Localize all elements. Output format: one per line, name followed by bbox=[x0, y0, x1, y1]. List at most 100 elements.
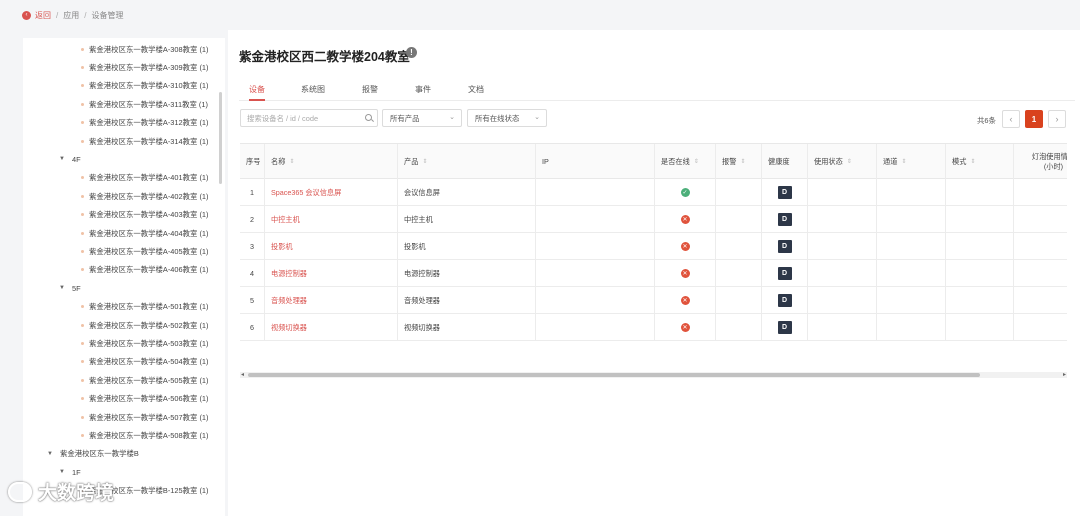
cell-health: D bbox=[762, 206, 808, 233]
tree-item-room[interactable]: 紫金港校区东一教学楼A-404教室 (1) bbox=[81, 224, 209, 242]
tree-item-room[interactable]: 紫金港校区东一教学楼A-508教室 (1) bbox=[81, 426, 209, 444]
header-label: 模式 bbox=[952, 156, 967, 166]
tree-item-room[interactable]: 紫金港校区东一教学楼A-311教室 (1) bbox=[81, 95, 208, 113]
next-page-button[interactable]: › bbox=[1048, 110, 1066, 128]
header-col-index: 序号 bbox=[240, 144, 265, 179]
leaf-dot-icon bbox=[81, 305, 84, 309]
cell-channel bbox=[877, 233, 946, 260]
caret-down-icon[interactable]: ▼ bbox=[47, 451, 53, 457]
leaf-dot-icon bbox=[81, 47, 84, 51]
cell-index: 2 bbox=[240, 206, 265, 233]
header-col-name[interactable]: 名称 ⇕ bbox=[265, 144, 398, 179]
tree-item-label: 紫金港校区东一教学楼A-308教室 (1) bbox=[89, 44, 209, 54]
tree-item-room[interactable]: 紫金港校区东一教学楼A-501教室 (1) bbox=[81, 298, 209, 316]
table-row[interactable]: 2 中控主机 中控主机 ✕ D bbox=[240, 206, 1067, 233]
scroll-right-icon[interactable]: ▸ bbox=[1063, 371, 1066, 378]
cell-mode bbox=[946, 233, 1014, 260]
tree-scrollbar[interactable] bbox=[219, 92, 222, 184]
tree-item-room[interactable]: 紫金港校区东一教学楼A-506教室 (1) bbox=[81, 390, 209, 408]
header-col-mode[interactable]: 模式 ⇕ bbox=[946, 144, 1014, 179]
tree-item-room[interactable]: 紫金港校区东一教学楼A-406教室 (1) bbox=[81, 261, 209, 279]
tree-item-room[interactable]: 紫金港校区东一教学楼A-402教室 (1) bbox=[81, 187, 209, 205]
table-scroll-thumb[interactable] bbox=[248, 373, 980, 377]
header-col-alarm[interactable]: 报警 ⇕ bbox=[716, 144, 762, 179]
location-tree[interactable]: 紫金港校区东一教学楼A-308教室 (1) 紫金港校区东一教学楼A-309教室 (… bbox=[23, 38, 225, 516]
breadcrumb-app[interactable]: 应用 bbox=[63, 10, 79, 21]
tree-item-room[interactable]: 紫金港校区东一教学楼A-403教室 (1) bbox=[81, 206, 209, 224]
table-row[interactable]: 1 Space365 会议信息屏 会议信息屏 ✓ D bbox=[240, 179, 1067, 206]
tree-item-room[interactable]: 紫金港校区东一教学楼A-504教室 (1) bbox=[81, 353, 209, 371]
tree-item-room[interactable]: 紫金港校区东一教学楼A-314教室 (1) bbox=[81, 132, 209, 150]
page-1-button[interactable]: 1 bbox=[1025, 110, 1043, 128]
sort-icon[interactable]: ⇕ bbox=[289, 158, 294, 165]
tree-item-floor[interactable]: ▼ 4F bbox=[59, 150, 81, 168]
table-row[interactable]: 4 电源控制器 电源控制器 ✕ D bbox=[240, 260, 1067, 287]
cell-name[interactable]: 视频切换器 bbox=[265, 314, 398, 341]
tree-item-building[interactable]: ▼ 紫金港校区东一教学楼B bbox=[47, 445, 139, 463]
device-table: 序号名称⇕产品⇕IP是否在线⇕报警⇕健康度使用状态⇕通道⇕模式⇕灯泡使用情况(小… bbox=[240, 143, 1067, 369]
cell-name[interactable]: Space365 会议信息屏 bbox=[265, 179, 398, 206]
tree-item-floor[interactable]: ▼ 5F bbox=[59, 279, 81, 297]
tree-item-room[interactable]: 紫金港校区东一教学楼A-309教室 (1) bbox=[81, 58, 209, 76]
tab-documents[interactable]: 文档 bbox=[468, 84, 484, 101]
header-label: 通道 bbox=[883, 156, 898, 166]
product-select-value: 所有产品 bbox=[390, 113, 420, 123]
tree-item-label: 紫金港校区东一教学楼A-314教室 (1) bbox=[89, 136, 209, 146]
sort-icon[interactable]: ⇕ bbox=[694, 158, 699, 165]
tree-item-room[interactable]: 紫金港校区东一教学楼A-312教室 (1) bbox=[81, 114, 209, 132]
sort-icon[interactable]: ⇕ bbox=[847, 158, 852, 165]
tree-item-room[interactable]: 紫金港校区东一教学楼A-502教室 (1) bbox=[81, 316, 209, 334]
header-col-usage[interactable]: 使用状态 ⇕ bbox=[808, 144, 877, 179]
product-select[interactable]: 所有产品 ⌄ bbox=[382, 109, 462, 127]
prev-page-button[interactable]: ‹ bbox=[1002, 110, 1020, 128]
caret-down-icon[interactable]: ▼ bbox=[59, 285, 65, 291]
cell-health: D bbox=[762, 179, 808, 206]
tab-system-diagram[interactable]: 系统图 bbox=[301, 84, 325, 101]
device-search-input[interactable] bbox=[240, 109, 378, 127]
leaf-dot-icon bbox=[81, 249, 84, 253]
cell-name[interactable]: 电源控制器 bbox=[265, 260, 398, 287]
header-col-online[interactable]: 是否在线 ⇕ bbox=[655, 144, 716, 179]
tree-item-room[interactable]: 紫金港校区东一教学楼A-401教室 (1) bbox=[81, 169, 209, 187]
back-link[interactable]: 返回 bbox=[35, 10, 51, 21]
tree-item-room[interactable]: 紫金港校区东一教学楼A-310教室 (1) bbox=[81, 77, 209, 95]
tree-item-label: 紫金港校区东一教学楼B bbox=[59, 449, 139, 459]
tree-item-room[interactable]: 紫金港校区东一教学楼A-308教室 (1) bbox=[81, 40, 209, 58]
scroll-left-icon[interactable]: ◂ bbox=[241, 371, 244, 378]
cell-channel bbox=[877, 206, 946, 233]
cell-name[interactable]: 音频处理器 bbox=[265, 287, 398, 314]
search-icon[interactable] bbox=[365, 114, 372, 121]
online-status-select[interactable]: 所有在线状态 ⌄ bbox=[467, 109, 547, 127]
sort-icon[interactable]: ⇕ bbox=[901, 158, 906, 165]
leaf-dot-icon bbox=[81, 213, 84, 217]
table-row[interactable]: 6 视频切换器 视频切换器 ✕ D bbox=[240, 314, 1067, 341]
cell-name[interactable]: 投影机 bbox=[265, 233, 398, 260]
header-col-health: 健康度 bbox=[762, 144, 808, 179]
caret-down-icon[interactable]: ▼ bbox=[59, 469, 65, 475]
cell-usage bbox=[808, 314, 877, 341]
tab-alarms[interactable]: 报警 bbox=[362, 84, 378, 101]
table-row[interactable]: 5 音频处理器 音频处理器 ✕ D bbox=[240, 287, 1067, 314]
cell-name[interactable]: 中控主机 bbox=[265, 206, 398, 233]
caret-down-icon[interactable]: ▼ bbox=[59, 156, 65, 162]
cell-ip bbox=[536, 314, 655, 341]
header-col-product[interactable]: 产品 ⇕ bbox=[398, 144, 536, 179]
info-icon[interactable]: ! bbox=[406, 47, 417, 58]
tree-item-room[interactable]: 紫金港校区东一教学楼A-505教室 (1) bbox=[81, 371, 209, 389]
tree-item-room[interactable]: 紫金港校区东一教学楼A-507教室 (1) bbox=[81, 408, 209, 426]
back-arrow-icon[interactable]: ‹ bbox=[22, 10, 31, 20]
tree-item-room[interactable]: 紫金港校区东一教学楼A-405教室 (1) bbox=[81, 242, 209, 260]
tab-devices[interactable]: 设备 bbox=[249, 84, 265, 101]
tree-item-label: 紫金港校区东一教学楼A-406教室 (1) bbox=[89, 265, 209, 275]
cell-online: ✓ bbox=[655, 179, 716, 206]
header-col-channel[interactable]: 通道 ⇕ bbox=[877, 144, 946, 179]
sort-icon[interactable]: ⇕ bbox=[970, 158, 975, 165]
tree-item-label: 紫金港校区东一教学楼A-311教室 (1) bbox=[89, 99, 208, 109]
tab-events[interactable]: 事件 bbox=[415, 84, 431, 101]
table-row[interactable]: 3 投影机 投影机 ✕ D bbox=[240, 233, 1067, 260]
table-horizontal-scrollbar[interactable]: ◂ ▸ bbox=[240, 372, 1067, 378]
tree-item-room[interactable]: 紫金港校区东一教学楼A-503教室 (1) bbox=[81, 334, 209, 352]
sort-icon[interactable]: ⇕ bbox=[422, 158, 427, 165]
sort-icon[interactable]: ⇕ bbox=[740, 158, 745, 165]
leaf-dot-icon bbox=[81, 231, 84, 235]
